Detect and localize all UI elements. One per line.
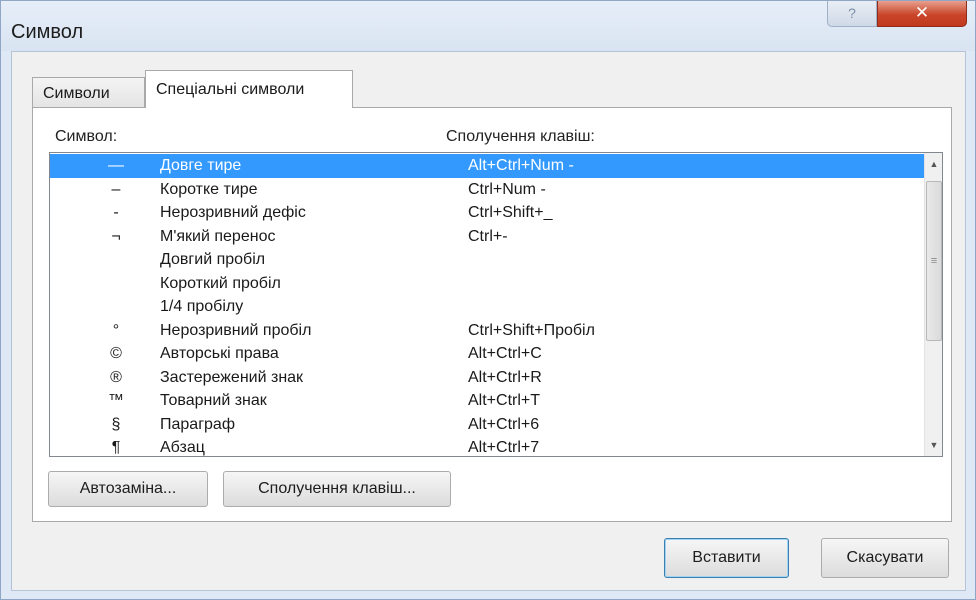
scroll-thumb[interactable]: ≡ [926,181,942,341]
title-bar[interactable]: Символ ? ✕ [1,1,975,51]
dialog-title: Символ [11,21,84,43]
list-item[interactable]: - Нерозривний дефіс Ctrl+Shift+_ [50,201,924,225]
list-item[interactable]: ¬ М'який перенос Ctrl+- [50,225,924,249]
list-item-shortcut: Alt+Ctrl+R [468,368,542,386]
list-item-name: Застережений знак [160,368,304,386]
list-item[interactable]: — Довге тире Alt+Ctrl+Num - [50,154,924,178]
list-item-name: Короткий пробіл [160,274,281,292]
list-item-shortcut: Alt+Ctrl+6 [468,415,540,433]
list-item[interactable]: © Авторські права Alt+Ctrl+C [50,342,924,366]
list-item-name: Довге тире [160,157,242,174]
shortcut-key-button[interactable]: Сполучення клавіш... [223,471,451,507]
symbol-dialog: Символ ? ✕ Символи Спеціальні символи Си… [0,0,976,600]
list-item-shortcut: Ctrl+- [468,227,508,245]
list-item-name: 1/4 пробілу [160,298,244,315]
list-item-symbol: § [111,415,121,433]
list-item-name: Товарний знак [160,392,267,409]
list-item[interactable]: ™ Товарний знак Alt+Ctrl+T [50,389,924,413]
list-item-name: Нерозривний дефіс [160,204,306,221]
list-item-shortcut: Ctrl+Shift+Пробіл [468,321,595,339]
list-item[interactable]: § Параграф Alt+Ctrl+6 [50,413,924,437]
tab-symbols[interactable]: Символи [32,77,145,109]
list-item-name: Абзац [160,439,205,456]
list-item-shortcut: Ctrl+Shift+_ [468,204,553,221]
list-item[interactable]: ® Застережений знак Alt+Ctrl+R [50,366,924,390]
list-item[interactable]: – Коротке тире Ctrl+Num - [50,178,924,202]
list-item-shortcut: Alt+Ctrl+Num - [468,157,574,174]
list-item-shortcut: Alt+Ctrl+T [468,392,541,409]
list-item-name: Коротке тире [160,180,258,198]
symbol-column-header: Символ: [55,128,118,145]
list-item-symbol: © [110,345,122,362]
list-item-name: М'який перенос [160,227,276,245]
list-item-symbol: ° [112,321,120,339]
list-item-symbol: ¬ [111,227,121,245]
shortcut-column-header: Сполучення клавіш: [446,128,595,145]
autocorrect-button[interactable]: Автозаміна... [48,471,208,507]
vertical-scrollbar[interactable]: ▲ ≡ ▼ [924,153,942,456]
list-item[interactable]: Короткий пробіл [50,272,924,296]
cancel-button[interactable]: Скасувати [821,538,949,578]
dialog-body: Символи Спеціальні символи Символ: Сполу… [11,51,966,591]
scroll-up-arrow-icon[interactable]: ▲ [925,155,942,173]
scroll-down-arrow-icon[interactable]: ▼ [925,436,942,454]
list-item-name: Параграф [160,415,235,433]
list-item-symbol: — [108,157,124,174]
tab-special-characters[interactable]: Спеціальні символи [145,70,353,108]
list-item-symbol: ™ [108,392,124,409]
list-item-symbol: ® [110,368,122,386]
insert-button[interactable]: Вставити [664,538,789,578]
help-button[interactable]: ? [827,1,877,27]
list-item-symbol: ¶ [111,439,121,456]
list-item-shortcut: Alt+Ctrl+7 [468,439,540,456]
list-item[interactable]: 1/4 пробілу [50,295,924,319]
list-item[interactable]: ° Нерозривний пробіл Ctrl+Shift+Пробіл [50,319,924,343]
list-item-name: Авторські права [160,345,279,362]
list-item-name: Нерозривний пробіл [160,321,312,339]
list-item-name: Довгий пробіл [160,251,266,268]
special-characters-list[interactable]: — Довге тире Alt+Ctrl+Num - – Коротке тире Ct… [49,152,943,457]
list-item-shortcut: Ctrl+Num - [468,180,546,198]
list-item-symbol: - [113,204,119,221]
close-button[interactable]: ✕ [877,1,967,27]
list-item-symbol: – [111,180,121,198]
special-characters-panel: Символ: Сполучення клавіш: — Довге тире Al… [32,107,952,522]
list-item[interactable]: ¶ Абзац Alt+Ctrl+7 [50,436,924,456]
list-item[interactable]: Довгий пробіл [50,248,924,272]
list-item-shortcut: Alt+Ctrl+C [468,345,542,362]
